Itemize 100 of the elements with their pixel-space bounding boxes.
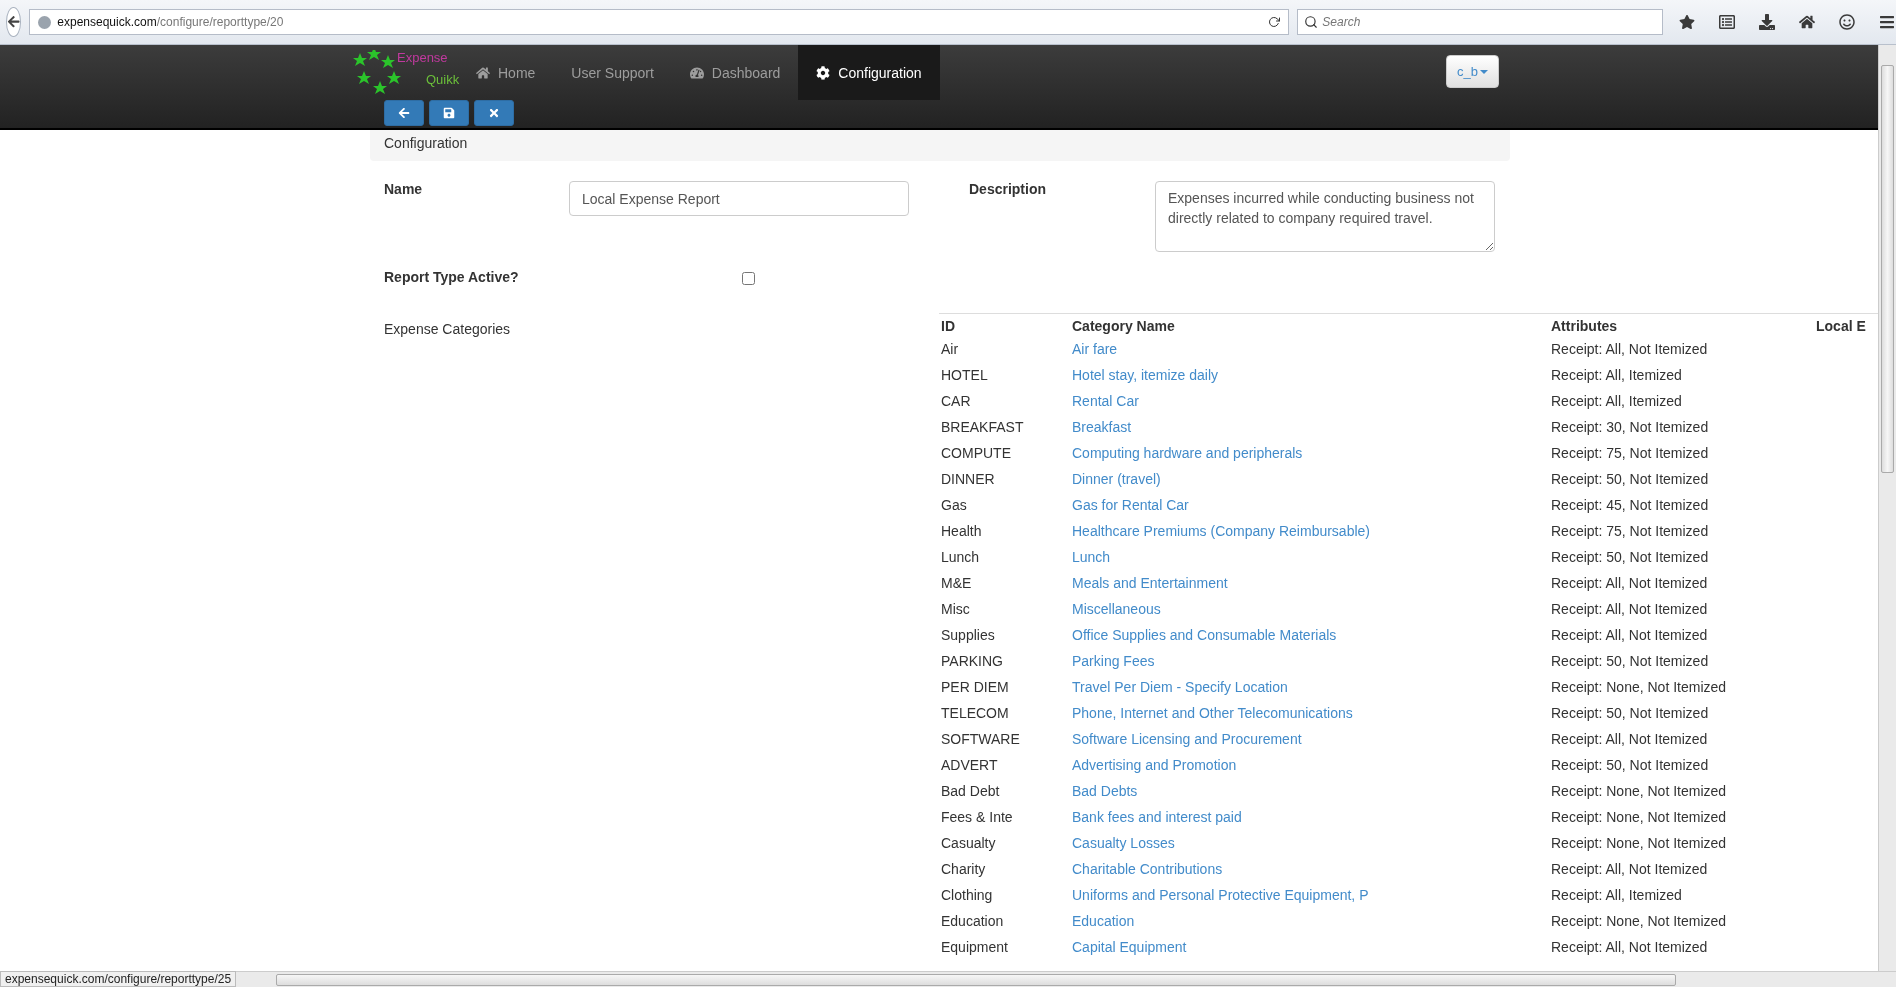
table-cell-text: Equipment (940, 938, 1009, 957)
table-cell-text: Supplies (940, 626, 996, 645)
search-field[interactable]: Search (1297, 9, 1664, 35)
category-link[interactable]: Phone, Internet and Other Telecomunications (1072, 705, 1353, 721)
nav-link[interactable]: Configuration (798, 45, 940, 100)
category-link[interactable]: Bank fees and interest paid (1072, 809, 1242, 825)
active-checkbox[interactable] (741, 272, 755, 285)
table-cell-text: Receipt: None, Not Itemized (1550, 678, 1728, 697)
table-cell-text: M&E (940, 574, 973, 593)
category-link[interactable]: Miscellaneous (1072, 601, 1161, 617)
category-link[interactable]: Air fare (1072, 341, 1118, 357)
table-cell-text: PER DIEM (940, 678, 1010, 697)
category-link[interactable]: Advertising and Promotion (1072, 757, 1237, 773)
globe-icon (38, 15, 52, 29)
table-cell-text: Receipt: None, Not Itemized (1550, 782, 1728, 801)
smiley-icon[interactable] (1839, 14, 1856, 30)
list-icon[interactable] (1719, 14, 1736, 30)
star-icon[interactable] (1679, 14, 1696, 30)
table-cell-text: Air (940, 340, 960, 359)
vertical-scrollbar[interactable] (1878, 45, 1896, 971)
close-button[interactable] (474, 100, 514, 126)
logo[interactable]: Expense Quikk (352, 48, 458, 98)
active-label: Report Type Active? (384, 268, 519, 285)
address-bar[interactable]: expensequick.com/configure/reporttype/20 (29, 9, 1290, 35)
table-cell-text: Receipt: All, Itemized (1550, 366, 1683, 385)
nav-link[interactable]: User Support (553, 45, 672, 100)
category-link[interactable]: Healthcare Premiums (Company Reimbursable) (1072, 523, 1370, 539)
table-cell-text: Receipt: 45, Not Itemized (1550, 496, 1710, 515)
category-link[interactable]: Breakfast (1072, 419, 1132, 435)
category-link[interactable]: Software Licensing and Procurement (1072, 731, 1302, 747)
nav-link[interactable]: Home (458, 45, 554, 100)
table-cell-text: Receipt: All, Not Itemized (1550, 938, 1709, 957)
table-cell-text: Education (940, 912, 1005, 931)
table-cell-text: Receipt: None, Not Itemized (1550, 834, 1728, 853)
category-link[interactable]: Hotel stay, itemize daily (1072, 367, 1218, 383)
category-link[interactable]: Casualty Losses (1072, 835, 1175, 851)
category-link[interactable]: Parking Fees (1072, 653, 1155, 669)
home-icon[interactable] (1799, 14, 1816, 30)
nav-link[interactable]: Dashboard (671, 45, 799, 100)
category-link[interactable]: Education (1072, 913, 1135, 929)
name-label: Name (384, 181, 424, 197)
breadcrumb: Configuration (370, 130, 1510, 161)
category-link[interactable]: Rental Car (1072, 393, 1139, 409)
table-cell-text: Receipt: All, Itemized (1550, 392, 1683, 411)
category-link[interactable]: Gas for Rental Car (1072, 497, 1189, 513)
table-cell-text: COMPUTE (940, 444, 1012, 463)
caret-icon (1480, 69, 1488, 74)
status-url: expensequick.com/configure/reporttype/25 (0, 971, 237, 987)
home-icon (476, 65, 490, 80)
table-cell-text: Receipt: All, Not Itemized (1550, 626, 1709, 645)
menu-icon[interactable] (1879, 14, 1896, 30)
description-label: Description (969, 181, 1047, 197)
back-button[interactable] (6, 7, 22, 37)
table-cell-text: SOFTWARE (940, 730, 1021, 749)
column-header: ID (939, 313, 1070, 336)
category-link[interactable]: Lunch (1072, 549, 1111, 565)
category-link[interactable]: Uniforms and Personal Protective Equipment, P (1072, 887, 1369, 903)
category-link[interactable]: Dinner (travel) (1072, 471, 1161, 487)
table-cell-text: Bad Debt (940, 782, 1001, 801)
table-cell-text: TELECOM (940, 704, 1010, 723)
category-link[interactable]: Travel Per Diem - Specify Location (1072, 679, 1288, 695)
table-cell-text: Receipt: All, Not Itemized (1550, 600, 1709, 619)
table-cell-text: Fees & Inte (940, 808, 1014, 827)
search-icon (1304, 15, 1319, 29)
user-menu-button[interactable]: c_b (1446, 55, 1499, 88)
dashboard-icon (689, 65, 704, 80)
table-cell-text: Receipt: 75, Not Itemized (1550, 522, 1710, 541)
table-cell-text: Receipt: 50, Not Itemized (1550, 704, 1710, 723)
table-cell-text: Receipt: 75, Not Itemized (1550, 444, 1710, 463)
column-header: Attributes (1549, 313, 1814, 336)
categories-label: Expense Categories (384, 320, 512, 339)
table-cell-text: BREAKFAST (940, 418, 1025, 437)
category-link[interactable]: Capital Equipment (1072, 939, 1187, 955)
table-cell-text: Receipt: 50, Not Itemized (1550, 756, 1710, 775)
category-link[interactable]: Bad Debts (1072, 783, 1138, 799)
table-cell-text: Gas (940, 496, 968, 515)
horizontal-scrollbar[interactable] (236, 971, 1896, 987)
category-link[interactable]: Computing hardware and peripherals (1072, 445, 1303, 461)
category-link[interactable]: Charitable Contributions (1072, 861, 1223, 877)
reload-icon[interactable] (1268, 16, 1281, 28)
table-cell-text: Receipt: 50, Not Itemized (1550, 652, 1710, 671)
back-button[interactable] (384, 100, 424, 126)
table-cell-text: ADVERT (940, 756, 999, 775)
name-field[interactable]: Local Expense Report (569, 181, 909, 216)
category-link[interactable]: Office Supplies and Consumable Materials (1072, 627, 1337, 643)
column-header: Local E (1814, 313, 1878, 336)
description-field[interactable]: Expenses incurred while conducting business not directly related to company required travel. (1155, 181, 1495, 252)
download-icon[interactable] (1759, 14, 1776, 30)
logo-text: Quikk (426, 72, 460, 87)
table-cell-text: Health (940, 522, 983, 541)
table-cell-text: Receipt: All, Itemized (1550, 886, 1683, 905)
table-cell-text: CAR (940, 392, 972, 411)
table-cell-text: Receipt: 50, Not Itemized (1550, 470, 1710, 489)
table-cell-text: Receipt: All, Not Itemized (1550, 340, 1709, 359)
table-cell-text: Receipt: None, Not Itemized (1550, 808, 1728, 827)
save-button[interactable] (429, 100, 469, 126)
close-icon (488, 107, 500, 119)
category-link[interactable]: Meals and Entertainment (1072, 575, 1228, 591)
table-cell-text: PARKING (940, 652, 1004, 671)
url-text: expensequick.com/configure/reporttype/20 (57, 15, 285, 29)
